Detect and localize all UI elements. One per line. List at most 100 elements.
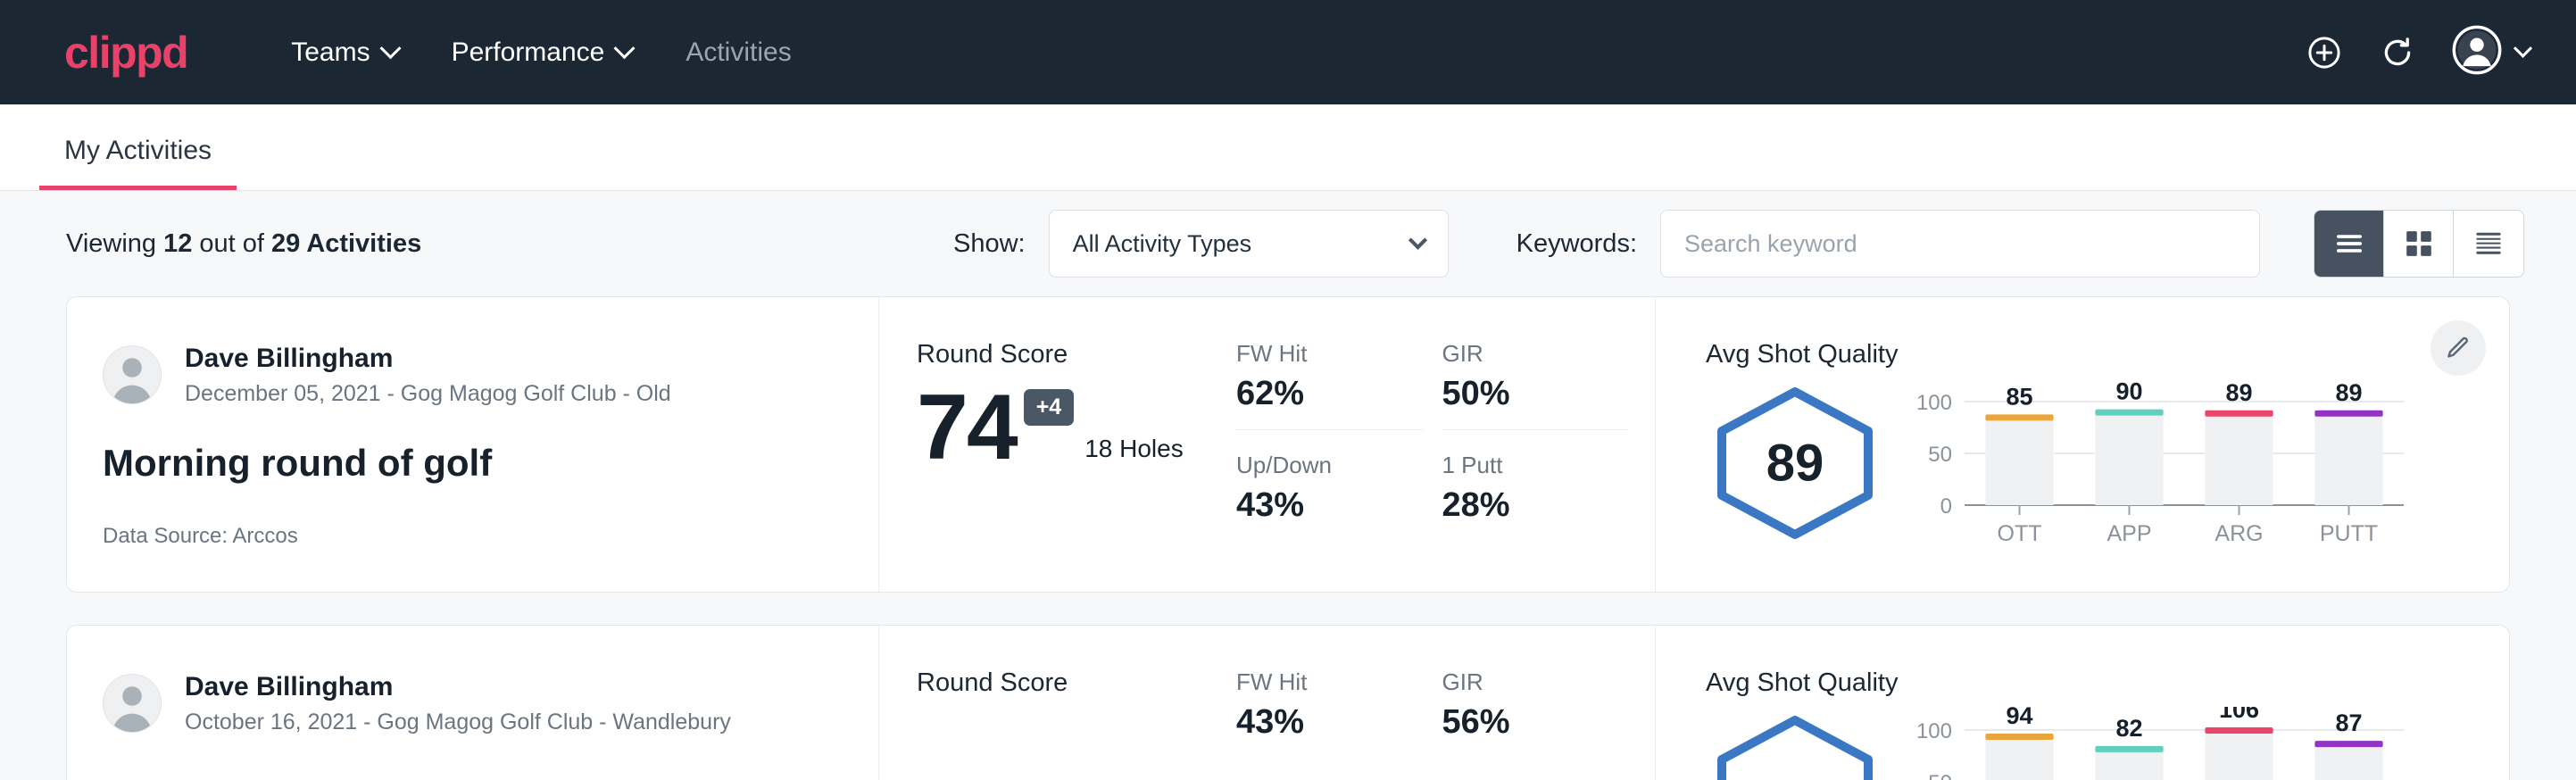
grid-view-icon — [2405, 229, 2433, 258]
nav-actions — [2306, 25, 2530, 79]
round-score-badge: +4 — [1024, 389, 1075, 426]
round-score-label: Round Score — [917, 668, 1236, 698]
svg-text:100: 100 — [1916, 719, 1952, 743]
page-body: Viewing 12 out of 29 Activities Show: Al… — [0, 191, 2576, 780]
clippd-logo[interactable]: clippd — [64, 30, 187, 75]
nav-item-activities[interactable]: Activities — [659, 29, 818, 77]
activity-meta: October 16, 2021 - Gog Magog Golf Club -… — [185, 708, 731, 737]
account-menu[interactable] — [2452, 25, 2530, 79]
svg-text:94: 94 — [2006, 707, 2032, 729]
activity-person-text: Dave Billingham October 16, 2021 - Gog M… — [185, 670, 731, 736]
stat-label: FW Hit — [1236, 340, 1423, 368]
view-mode-grid-button[interactable] — [2384, 211, 2454, 277]
stat-up-down: Up/Down 43% — [1236, 430, 1423, 541]
refresh-icon[interactable] — [2379, 34, 2416, 71]
viewing-prefix: Viewing — [66, 229, 163, 258]
avg-shot-quality-column: Avg Shot Quality 89 05010085OTT90APP89AR… — [1656, 297, 2509, 592]
bar-chart-svg: 05010094OTT82APP106ARG87PUTT — [1907, 707, 2411, 780]
plus-circle-icon[interactable] — [2306, 34, 2343, 71]
view-mode-toggle-group — [2314, 210, 2524, 278]
filter-controls: Show: All Activity Types Keywords: — [953, 210, 2524, 278]
svg-text:87: 87 — [2335, 709, 2362, 736]
stat-one-putt: 1 Putt 28% — [1442, 430, 1629, 541]
stat-label: GIR — [1442, 340, 1629, 368]
viewing-count: 12 — [163, 229, 192, 258]
viewing-count-text: Viewing 12 out of 29 Activities — [66, 229, 421, 259]
avg-shot-quality-body: 05010094OTT82APP106ARG87PUTT — [1706, 707, 2411, 780]
search-input[interactable] — [1660, 210, 2260, 278]
tab-my-activities[interactable]: My Activities — [39, 136, 237, 190]
view-mode-list-button[interactable] — [2314, 211, 2384, 277]
stat-label: Up/Down — [1236, 452, 1423, 479]
round-score-column: Round Score 74 +4 18 Holes — [879, 297, 1236, 592]
shot-quality-chart: 05010094OTT82APP106ARG87PUTT — [1907, 707, 2411, 780]
view-mode-compact-button[interactable] — [2454, 211, 2523, 277]
avg-shot-quality-label: Avg Shot Quality — [1706, 340, 2411, 369]
svg-text:ARG: ARG — [2215, 521, 2263, 546]
chevron-down-icon — [379, 37, 401, 59]
round-holes: 18 Holes — [1084, 435, 1184, 463]
person-avatar-icon — [104, 346, 161, 403]
nav-item-teams-label: Teams — [291, 37, 370, 68]
activity-person: Dave Billingham December 05, 2021 - Gog … — [103, 342, 843, 408]
edit-activity-button[interactable] — [2431, 320, 2486, 376]
avatar — [103, 674, 162, 733]
activity-person-text: Dave Billingham December 05, 2021 - Gog … — [185, 342, 671, 408]
activity-person: Dave Billingham October 16, 2021 - Gog M… — [103, 670, 843, 736]
round-score-label: Round Score — [917, 340, 1236, 369]
stat-gir: GIR 56% — [1442, 668, 1629, 758]
filter-bar: Viewing 12 out of 29 Activities Show: Al… — [0, 191, 2576, 296]
activity-type-select[interactable]: All Activity Types — [1049, 210, 1449, 278]
svg-text:OTT: OTT — [1998, 521, 2042, 546]
svg-text:PUTT: PUTT — [2320, 521, 2378, 546]
account-avatar-icon — [2452, 25, 2502, 79]
chevron-down-icon — [614, 37, 636, 59]
activity-person-name: Dave Billingham — [185, 342, 671, 376]
stat-label: 1 Putt — [1442, 452, 1629, 479]
compact-view-icon — [2473, 230, 2504, 257]
list-view-icon — [2334, 231, 2364, 256]
stat-value: 28% — [1442, 486, 1629, 525]
chevron-down-icon — [1408, 230, 1427, 249]
keywords-label: Keywords: — [1517, 229, 1637, 259]
pencil-icon — [2445, 335, 2472, 361]
activity-card-list: Dave Billingham December 05, 2021 - Gog … — [0, 296, 2576, 780]
avg-shot-quality-column: Avg Shot Quality 05010094OTT82APP106ARG8… — [1656, 626, 2509, 780]
nav-item-teams[interactable]: Teams — [264, 29, 424, 77]
svg-text:89: 89 — [2225, 379, 2252, 406]
person-avatar-icon — [104, 675, 161, 732]
keywords-group: Keywords: — [1517, 210, 2260, 278]
round-score-row: 74 +4 18 Holes — [917, 384, 1236, 472]
activity-info-column: Dave Billingham December 05, 2021 - Gog … — [67, 297, 879, 592]
activity-title: Morning round of golf — [103, 442, 843, 485]
svg-text:85: 85 — [2006, 383, 2032, 410]
stat-value: 56% — [1442, 703, 1629, 742]
chevron-down-icon — [2514, 39, 2532, 58]
viewing-total: 29 Activities — [271, 229, 421, 258]
activity-type-select-value: All Activity Types — [1073, 230, 1252, 258]
tab-my-activities-label: My Activities — [64, 136, 212, 165]
stat-label: GIR — [1442, 668, 1629, 696]
stat-label: FW Hit — [1236, 668, 1423, 696]
viewing-middle: out of — [192, 229, 271, 258]
activity-meta: December 05, 2021 - Gog Magog Golf Club … — [185, 379, 671, 409]
svg-text:106: 106 — [2219, 707, 2259, 723]
nav-item-performance[interactable]: Performance — [425, 29, 660, 77]
stat-value: 62% — [1236, 375, 1423, 413]
activity-info-column: Dave Billingham October 16, 2021 - Gog M… — [67, 626, 879, 780]
show-label: Show: — [953, 229, 1026, 259]
activity-card[interactable]: Dave Billingham December 05, 2021 - Gog … — [66, 296, 2510, 593]
avatar — [103, 345, 162, 404]
avg-shot-quality-body: 89 05010085OTT90APP89ARG89PUTT — [1706, 378, 2411, 548]
main-nav-items: Teams Performance Activities — [264, 29, 818, 77]
bar-chart-svg: 05010085OTT90APP89ARG89PUTT — [1907, 378, 2411, 548]
stat-fw-hit: FW Hit 43% — [1236, 668, 1423, 758]
nav-item-activities-label: Activities — [686, 37, 791, 68]
quality-hexagon-value: 89 — [1766, 434, 1824, 494]
activity-card[interactable]: Dave Billingham October 16, 2021 - Gog M… — [66, 625, 2510, 780]
round-stats-column: FW Hit 62% GIR 50% Up/Down 43% 1 Putt 28… — [1236, 297, 1656, 592]
avg-shot-quality-label: Avg Shot Quality — [1706, 668, 2411, 698]
stat-value: 43% — [1236, 486, 1423, 525]
stat-gir: GIR 50% — [1442, 340, 1629, 430]
round-score-value: 74 — [917, 384, 1017, 472]
